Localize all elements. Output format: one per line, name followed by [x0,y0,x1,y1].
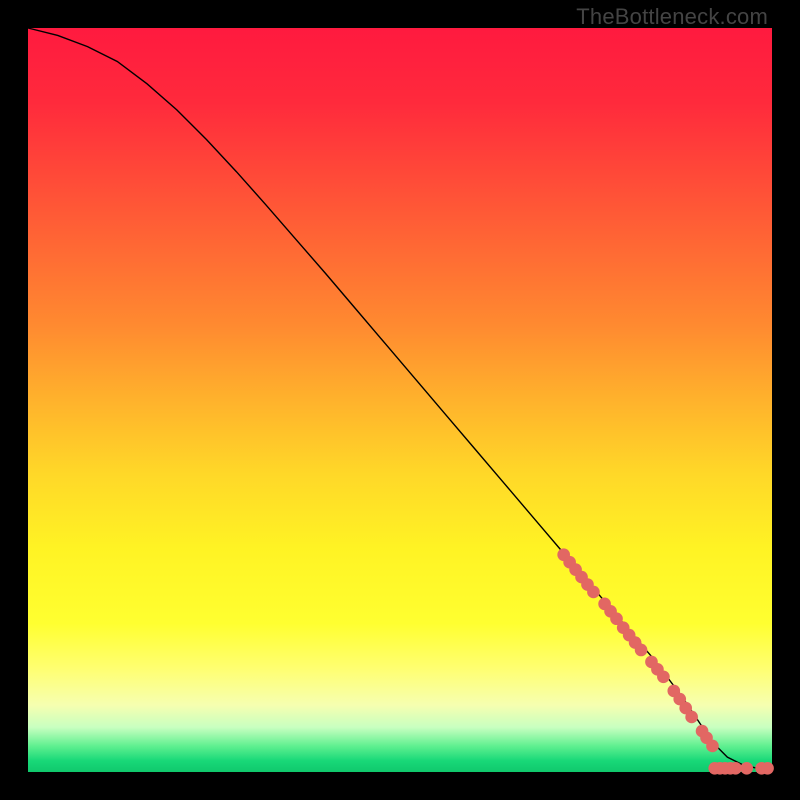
marker-point [740,762,753,775]
marker-point [761,762,774,775]
marker-point [635,644,648,657]
highlight-markers [557,548,774,774]
watermark-text: TheBottleneck.com [576,4,768,30]
bottleneck-curve [28,28,772,770]
marker-point [685,711,698,724]
marker-point [587,586,600,599]
chart-overlay [28,28,772,772]
marker-point [706,740,719,753]
marker-point [729,762,742,775]
marker-point [657,670,670,683]
